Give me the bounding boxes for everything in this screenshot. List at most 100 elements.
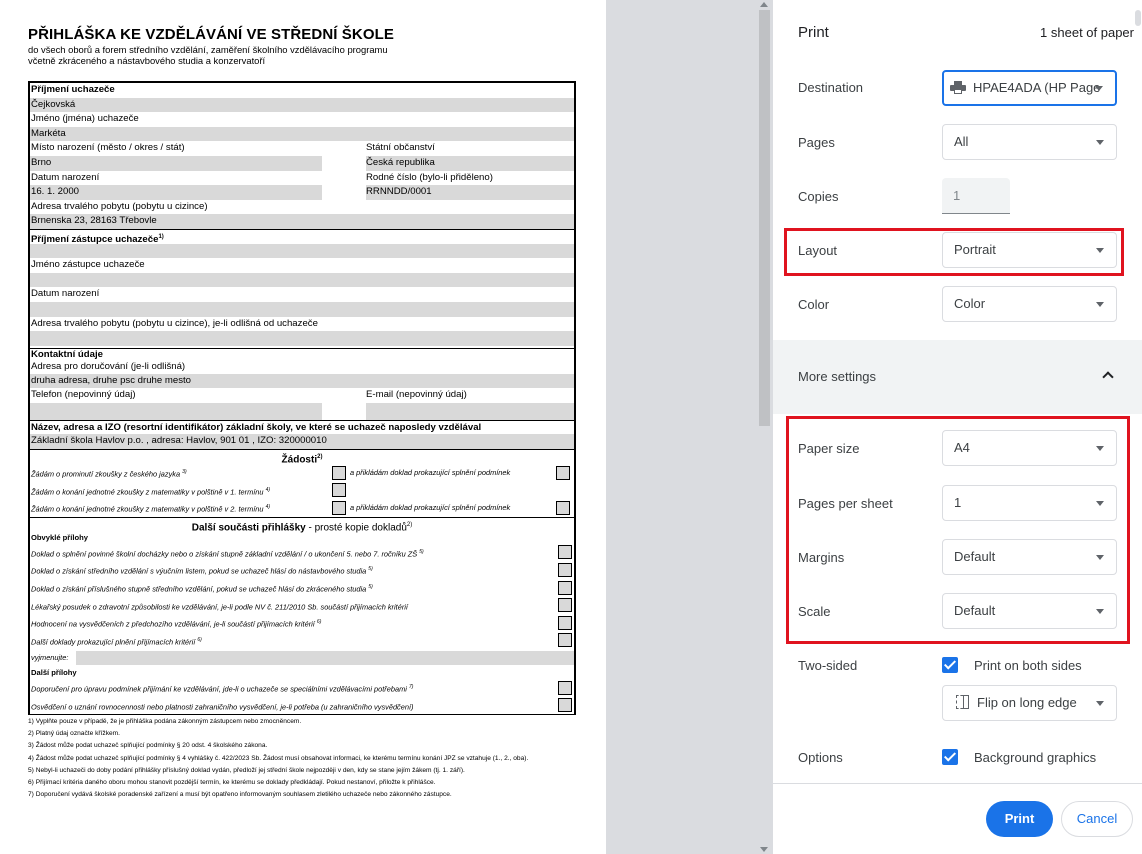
request-checkbox[interactable] xyxy=(332,483,346,498)
print-dialog-title: Print xyxy=(798,24,829,41)
attachment-checkbox[interactable] xyxy=(558,598,572,613)
sheet-count: 1 sheet of paper xyxy=(1040,25,1134,40)
request-attachment-checkbox[interactable] xyxy=(556,500,570,515)
name-value: Markéta xyxy=(30,126,574,142)
print-settings-panel: Print 1 sheet of paper Destination HPAE4… xyxy=(773,0,1142,854)
attachment-checkbox[interactable] xyxy=(558,580,572,595)
destination-label: Destination xyxy=(798,80,864,95)
copies-label: Copies xyxy=(798,189,839,204)
print-both-sides-label: Print on both sides xyxy=(974,658,1082,673)
representative-birthdate-value xyxy=(30,301,574,317)
preview-scrollbar-thumb[interactable] xyxy=(759,10,770,426)
request-item: Žádám o prominutí zkoušky z českého jazy… xyxy=(30,464,574,482)
print-preview-area: PŘIHLÁŠKA KE VZDĚLÁVÁNÍ VE STŘEDNÍ ŠKOLE… xyxy=(0,0,773,854)
representative-address-value xyxy=(30,331,574,346)
cancel-button[interactable]: Cancel xyxy=(1061,801,1133,837)
settings-scrollbar[interactable] xyxy=(1134,0,1142,783)
attachment-item: Hodnocení na vysvědčeních z předchozího … xyxy=(30,614,574,632)
citizenship-value: Česká republika xyxy=(366,156,435,168)
name-label: Jméno (jména) uchazeče xyxy=(31,113,139,125)
school-value: Základní škola Havlov p.o. , adresa: Hav… xyxy=(30,434,574,450)
document-subtitle-1: do všech oborů a forem středního vzdělán… xyxy=(28,44,388,55)
footnote: 6) Přijímací kritéria daného oboru mohou… xyxy=(28,779,436,786)
address-label: Adresa trvalého pobytu (pobytu u cizince… xyxy=(31,200,208,212)
attachment-item: Doklad o splnění povinné školní docházky… xyxy=(30,544,574,562)
attachment-item: Další doklady prokazující plnění přijíma… xyxy=(30,632,574,650)
representative-name-label: Jméno zástupce uchazeče xyxy=(31,259,145,271)
request-checkbox[interactable] xyxy=(332,500,346,515)
phone-email-value-row xyxy=(30,402,574,420)
printer-icon xyxy=(950,81,966,94)
phone-value xyxy=(30,402,322,420)
more-settings-toggle[interactable]: More settings xyxy=(773,340,1142,414)
attachment-checkbox[interactable] xyxy=(558,545,572,560)
mail-address-value: druha adresa, druhe psc druhe mesto xyxy=(30,373,574,389)
footnote: 2) Platný údaj označte křížkem. xyxy=(28,730,120,738)
request-item: Žádám o konání jednotné zkoušky z matema… xyxy=(30,499,574,517)
birthdate-label: Datum narození xyxy=(31,171,100,183)
birthdate-row: Datum narození Rodné číslo (bylo-li přid… xyxy=(30,171,574,186)
print-button[interactable]: Print xyxy=(986,801,1053,837)
request-checkbox[interactable] xyxy=(332,465,346,480)
document-title: PŘIHLÁŠKA KE VZDĚLÁVÁNÍ VE STŘEDNÍ ŠKOLE xyxy=(28,26,394,43)
phone-label: Telefon (nepovinný údaj) xyxy=(31,389,136,401)
attachment-checkbox[interactable] xyxy=(558,615,572,630)
birthnum-value: RRNNDD/0001 xyxy=(366,186,432,198)
dialog-footer: Print Cancel xyxy=(773,783,1142,854)
flip-edge-select[interactable]: Flip on long edge xyxy=(942,685,1117,721)
dropdown-arrow-icon xyxy=(1095,86,1103,91)
chevron-up-icon xyxy=(1102,371,1114,383)
email-label: E-mail (nepovinný údaj) xyxy=(366,389,467,401)
birthdate-value: 16. 1. 2000 xyxy=(31,186,80,198)
representative-name-value xyxy=(30,272,574,288)
birthdate-value-row: 16. 1. 2000 RRNNDD/0001 xyxy=(30,185,574,200)
surname-label: Příjmení uchazeče xyxy=(31,84,115,95)
flip-long-edge-icon xyxy=(954,694,970,710)
destination-select[interactable]: HPAE4ADA (HP Page xyxy=(942,70,1117,106)
color-select[interactable]: Color xyxy=(942,286,1117,322)
attachments-heading: Další součásti přihlášky - prosté kopie … xyxy=(30,516,574,533)
dropdown-arrow-icon xyxy=(1096,701,1104,706)
preview-scrollbar[interactable] xyxy=(756,0,773,854)
address-value: Brnenska 23, 28163 Třebovle xyxy=(30,214,574,229)
scroll-down-arrow-icon[interactable] xyxy=(760,847,768,852)
attachment-checkbox[interactable] xyxy=(558,633,572,648)
request-attachment-checkbox[interactable] xyxy=(556,465,570,480)
list-value xyxy=(76,651,574,666)
birthplace-value: Brno xyxy=(31,156,52,168)
surname-value: Čejkovská xyxy=(30,97,574,113)
mail-address-label: Adresa pro doručování (je-li odlišná) xyxy=(31,360,186,372)
attachment-checkbox[interactable] xyxy=(558,698,572,713)
attachment-item: Doklad o získání příslušného stupně stře… xyxy=(30,579,574,597)
pages-select[interactable]: All xyxy=(942,124,1117,160)
attachment-checkbox[interactable] xyxy=(558,680,572,695)
scroll-up-arrow-icon[interactable] xyxy=(760,2,768,7)
representative-birthdate-label: Datum narození xyxy=(31,288,100,300)
footnote: 7) Doporučení vydává školské poradenské … xyxy=(28,791,452,799)
requests-heading: Žádosti2) xyxy=(30,449,574,465)
application-form: Příjmení uchazeče Čejkovská Jméno (jména… xyxy=(28,81,576,716)
attachment-item: Osvědčení o uznání rovnocennosti nebo pl… xyxy=(30,697,574,715)
contact-heading: Kontaktní údaje xyxy=(30,347,574,361)
copies-input[interactable]: 1 xyxy=(942,178,1010,214)
attachment-item: Doporučení pro úpravu podmínek přijímání… xyxy=(30,679,574,697)
birthplace-row: Místo narození (město / okres / stát) St… xyxy=(30,141,574,156)
list-row: vyjmenujte: xyxy=(30,649,574,667)
more-settings-label: More settings xyxy=(798,369,877,384)
usual-attachments-heading: Obvyklé přílohy xyxy=(31,532,88,542)
paper-settings-highlight-box xyxy=(786,416,1130,644)
birthplace-label: Místo narození (město / okres / stát) xyxy=(31,142,185,154)
color-label: Color xyxy=(798,297,830,312)
footnote: 1) Vyplňte pouze v případě, že je přihlá… xyxy=(28,718,302,725)
representative-surname-value xyxy=(30,243,574,259)
two-sided-label: Two-sided xyxy=(798,658,858,673)
attachment-checkbox[interactable] xyxy=(558,562,572,577)
attachment-item: Lékařský posudek o zdravotní způsobilost… xyxy=(30,597,574,615)
document-subtitle-2: včetně zkráceného a nástavbového studia … xyxy=(28,55,266,66)
phone-email-row: Telefon (nepovinný údaj) E-mail (nepovin… xyxy=(30,388,574,403)
settings-scroll-area: Print 1 sheet of paper Destination HPAE4… xyxy=(773,0,1142,783)
school-heading: Název, adresa a IZO (resortní identifiká… xyxy=(30,419,574,435)
settings-scrollbar-thumb[interactable] xyxy=(1135,10,1141,26)
background-graphics-checkbox[interactable] xyxy=(942,749,958,765)
print-both-sides-checkbox[interactable] xyxy=(942,657,958,673)
